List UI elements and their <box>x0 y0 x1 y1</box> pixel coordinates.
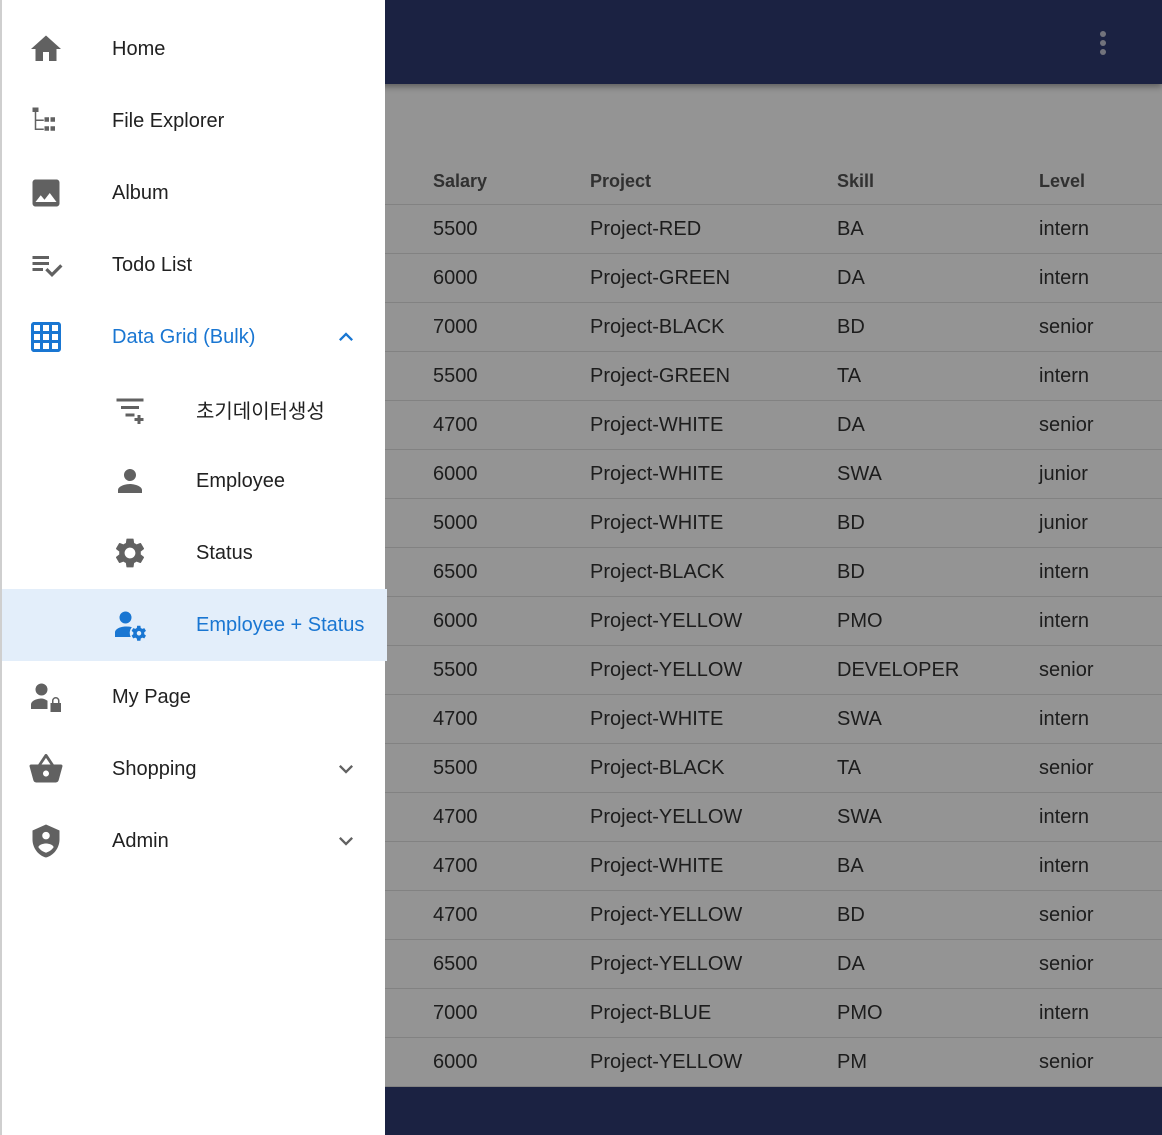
gear-icon <box>112 535 148 571</box>
nav-item-label: Shopping <box>112 757 197 780</box>
nav-item-label: Status <box>196 541 253 564</box>
nav-item-label: 초기데이터생성 <box>196 400 325 423</box>
nav-item-label: Employee <box>196 469 285 492</box>
nav-item-todo-list[interactable]: Todo List <box>2 229 387 301</box>
nav-item-label: My Page <box>112 685 191 708</box>
nav-item-file-explorer[interactable]: File Explorer <box>2 85 387 157</box>
nav-item-label: Album <box>112 181 169 204</box>
nav-item-label: Admin <box>112 829 169 852</box>
person-lock-icon <box>28 679 64 715</box>
filter-add-icon <box>112 391 148 427</box>
nav-item-employee-status[interactable]: Employee + Status <box>2 589 387 661</box>
chevron-down-icon <box>332 827 360 855</box>
home-icon <box>28 31 64 67</box>
nav-item-album[interactable]: Album <box>2 157 387 229</box>
nav-item-admin[interactable]: Admin <box>2 805 387 877</box>
nav-item-label: Home <box>112 37 166 60</box>
chevron-down-icon <box>332 755 360 783</box>
chevron-up-icon <box>332 323 360 351</box>
basket-icon <box>28 751 64 787</box>
nav-item-home[interactable]: Home <box>2 13 387 85</box>
admin-shield-icon <box>28 823 64 859</box>
nav-item-label: File Explorer <box>112 109 225 132</box>
person-icon <box>112 463 148 499</box>
nav-item-status[interactable]: Status <box>2 517 387 589</box>
person-gear-icon <box>112 607 148 643</box>
image-icon <box>28 175 64 211</box>
nav-item-label: Todo List <box>112 253 193 276</box>
nav-item-my-page[interactable]: My Page <box>2 661 387 733</box>
navigation-drawer: Home File Explorer Album Todo List Data … <box>0 0 387 1135</box>
nav-item-label: Employee + Status <box>196 613 365 636</box>
checklist-icon <box>28 247 64 283</box>
nav-item-data-grid-bulk[interactable]: Data Grid (Bulk) <box>2 301 387 373</box>
file-tree-icon <box>28 103 64 139</box>
nav-item-employee[interactable]: Employee <box>2 445 387 517</box>
nav-item-initial-data[interactable]: 초기데이터생성 <box>2 373 387 445</box>
nav-item-shopping[interactable]: Shopping <box>2 733 387 805</box>
grid-icon <box>28 319 64 355</box>
nav-item-label: Data Grid (Bulk) <box>112 325 256 348</box>
